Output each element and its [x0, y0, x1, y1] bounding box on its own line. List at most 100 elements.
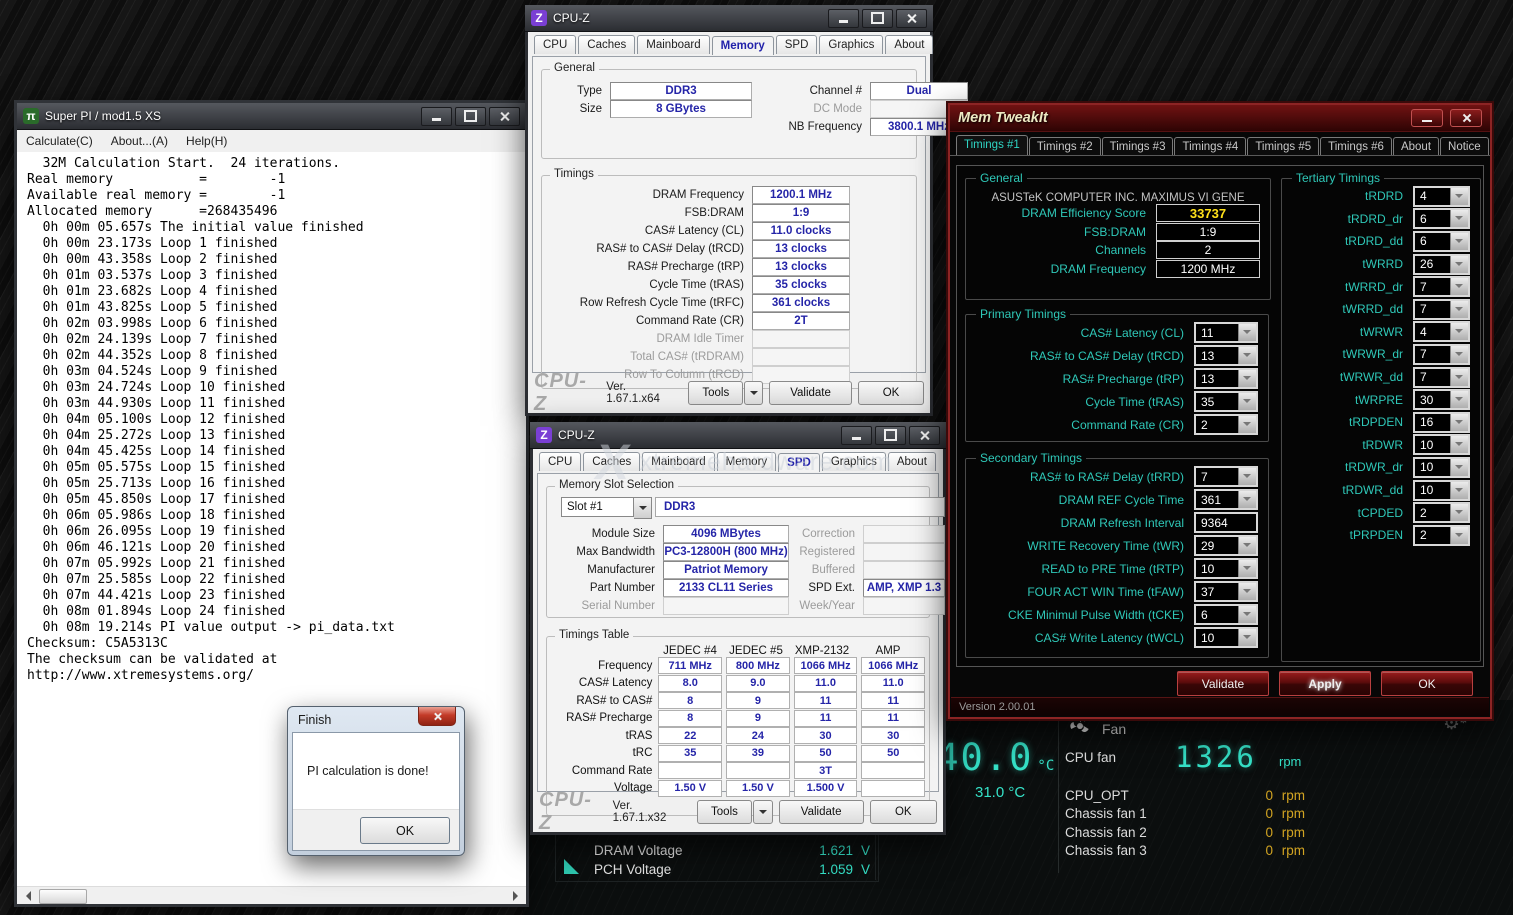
tab[interactable]: Timings #5 [1247, 137, 1319, 155]
timing-value[interactable]: 13 [1196, 370, 1238, 387]
timing-value[interactable]: 6 [1196, 606, 1238, 623]
spinner-arrow-icon[interactable] [1238, 393, 1256, 410]
timing-value[interactable]: 7 [1415, 301, 1450, 318]
timing-spinner[interactable]: 10 [1413, 434, 1470, 455]
tab[interactable]: About [1393, 137, 1439, 155]
spinner-arrow-icon[interactable] [1450, 301, 1468, 318]
timing-spinner[interactable]: 29 [1194, 535, 1258, 556]
tab[interactable]: Caches [583, 452, 640, 471]
timing-value[interactable]: 4 [1415, 323, 1450, 340]
timing-spinner[interactable]: 35 [1194, 391, 1258, 412]
tab[interactable]: Graphics [822, 452, 886, 471]
timing-value[interactable]: 35 [1196, 393, 1238, 410]
timing-spinner[interactable]: 4 [1413, 321, 1470, 342]
dialog-titlebar[interactable]: Finish [292, 707, 460, 732]
validate-button[interactable]: Validate [1177, 671, 1269, 696]
maximize-button[interactable] [455, 107, 486, 126]
memtweakit-titlebar[interactable]: Mem TweakIt [950, 105, 1490, 132]
spinner-arrow-icon[interactable] [1238, 606, 1256, 623]
spinner-arrow-icon[interactable] [1238, 629, 1256, 646]
timing-value[interactable]: 7 [1196, 468, 1238, 485]
spinner-arrow-icon[interactable] [1450, 414, 1468, 431]
timing-spinner[interactable]: 6 [1194, 604, 1258, 625]
tab[interactable]: Memory [712, 36, 774, 55]
timing-spinner[interactable]: 37 [1194, 581, 1258, 602]
spinner-arrow-icon[interactable] [1450, 459, 1468, 476]
scroll-left-button[interactable] [19, 888, 35, 903]
tab[interactable]: About [885, 35, 933, 54]
timing-value[interactable]: 2 [1415, 527, 1450, 544]
tab[interactable]: SPD [778, 453, 820, 472]
tools-dropdown-button[interactable] [744, 381, 763, 405]
timing-spinner[interactable]: 26 [1413, 254, 1470, 275]
close-button[interactable] [418, 707, 456, 726]
tab[interactable]: Timings #2 [1029, 137, 1101, 155]
spinner-arrow-icon[interactable] [1450, 323, 1468, 340]
spinner-arrow-icon[interactable] [1238, 347, 1256, 364]
maximize-button[interactable] [862, 9, 893, 28]
spinner-arrow-icon[interactable] [1450, 482, 1468, 499]
timing-value[interactable]: 6 [1415, 210, 1450, 227]
timing-value[interactable]: 4 [1415, 188, 1450, 205]
timing-value[interactable]: 7 [1415, 278, 1450, 295]
timing-spinner[interactable]: 9364 [1194, 512, 1258, 533]
timing-value[interactable]: 37 [1196, 583, 1238, 600]
spinner-arrow-icon[interactable] [1450, 188, 1468, 205]
timing-value[interactable]: 9364 [1196, 514, 1256, 531]
tab[interactable]: SPD [776, 35, 818, 54]
slot-dropdown-button[interactable] [634, 497, 652, 519]
spinner-arrow-icon[interactable] [1238, 560, 1256, 577]
timing-spinner[interactable]: 30 [1413, 389, 1470, 410]
timing-value[interactable]: 10 [1415, 482, 1450, 499]
spinner-arrow-icon[interactable] [1450, 391, 1468, 408]
timing-spinner[interactable]: 10 [1413, 457, 1470, 478]
spinner-arrow-icon[interactable] [1450, 436, 1468, 453]
timing-spinner[interactable]: 361 [1194, 489, 1258, 510]
tab[interactable]: CPU [534, 35, 576, 54]
close-button[interactable] [1450, 109, 1482, 127]
timing-value[interactable]: 10 [1415, 436, 1450, 453]
timing-value[interactable]: 2 [1196, 416, 1238, 433]
tab[interactable]: Mainboard [642, 452, 714, 471]
spinner-arrow-icon[interactable] [1450, 256, 1468, 273]
timing-spinner[interactable]: 7 [1413, 276, 1470, 297]
timing-value[interactable]: 30 [1415, 391, 1450, 408]
tab[interactable]: Notice [1440, 137, 1489, 155]
tab[interactable]: Timings #1 [956, 135, 1028, 155]
tools-button[interactable]: Tools [688, 381, 743, 405]
apply-button[interactable]: Apply [1279, 671, 1371, 696]
timing-value[interactable]: 7 [1415, 369, 1450, 386]
timing-value[interactable]: 10 [1196, 560, 1238, 577]
scrollbar-thumb[interactable] [39, 889, 87, 904]
menu-item[interactable]: Help(H) [177, 134, 236, 148]
menu-item[interactable]: Calculate(C) [17, 134, 102, 148]
timing-value[interactable]: 361 [1196, 491, 1238, 508]
expand-triangle-icon[interactable] [564, 859, 579, 874]
tab[interactable]: Graphics [819, 35, 883, 54]
spinner-arrow-icon[interactable] [1450, 233, 1468, 250]
timing-spinner[interactable]: 2 [1413, 502, 1470, 523]
timing-spinner[interactable]: 2 [1194, 414, 1258, 435]
timing-value[interactable]: 7 [1415, 346, 1450, 363]
timing-spinner[interactable]: 7 [1194, 466, 1258, 487]
close-button[interactable] [896, 9, 927, 28]
timing-spinner[interactable]: 6 [1413, 208, 1470, 229]
minimize-button[interactable] [1411, 109, 1443, 127]
tab[interactable]: Mainboard [637, 35, 709, 54]
horizontal-scrollbar[interactable] [17, 886, 526, 904]
timing-spinner[interactable]: 7 [1413, 299, 1470, 320]
minimize-button[interactable] [421, 107, 452, 126]
spinner-arrow-icon[interactable] [1238, 370, 1256, 387]
scroll-right-button[interactable] [508, 888, 524, 903]
minimize-button[interactable] [828, 9, 859, 28]
spinner-arrow-icon[interactable] [1450, 210, 1468, 227]
timing-spinner[interactable]: 2 [1413, 525, 1470, 546]
timing-value[interactable]: 2 [1415, 504, 1450, 521]
close-button[interactable] [489, 107, 520, 126]
spinner-arrow-icon[interactable] [1238, 416, 1256, 433]
timing-spinner[interactable]: 13 [1194, 345, 1258, 366]
spinner-arrow-icon[interactable] [1238, 583, 1256, 600]
timing-value[interactable]: 29 [1196, 537, 1238, 554]
slot-select[interactable]: Slot #1 [561, 497, 634, 517]
tab[interactable]: Timings #3 [1102, 137, 1174, 155]
